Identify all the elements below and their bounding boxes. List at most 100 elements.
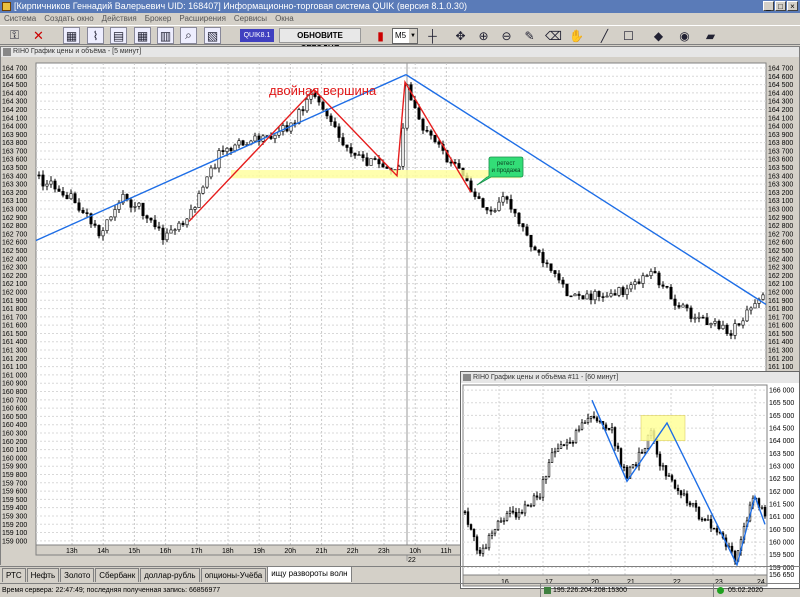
menu-broker[interactable]: Брокер (141, 13, 176, 25)
candle-body (610, 427, 614, 431)
disconnect-icon[interactable]: ✕ (30, 27, 47, 44)
eraser-icon[interactable]: ⌫ (545, 27, 562, 44)
candle-body (305, 98, 309, 112)
grid-icon[interactable]: ▦ (134, 27, 151, 44)
y-tick-label: 163 400 (768, 173, 793, 180)
candle-body (679, 490, 683, 496)
settings-icon[interactable]: ▰ (702, 27, 719, 44)
y-tick-label: 159 800 (2, 472, 27, 479)
candle-body (625, 288, 629, 295)
callout-text: и продажа (492, 168, 522, 174)
y-tick-label: 163 800 (2, 140, 27, 147)
candle-body (585, 293, 589, 300)
sub-y-tick-label: 159 500 (769, 552, 794, 559)
y-tick-label: 164 500 (768, 82, 793, 89)
y-tick-label: 164 000 (2, 124, 27, 131)
candle-body (537, 249, 541, 253)
candle-body (697, 316, 701, 319)
candle-body (561, 279, 565, 285)
candle-body (373, 158, 377, 160)
close-button[interactable]: × (787, 1, 798, 11)
candle-body (93, 223, 97, 226)
quik-version-button[interactable]: QUIK8.1 (240, 29, 274, 42)
candle-body (619, 448, 623, 468)
crosshair-icon[interactable]: ┼ (424, 27, 441, 44)
candle-body (466, 511, 470, 525)
new-table-icon[interactable]: ▦ (63, 27, 80, 44)
search-icon[interactable]: ⌕ (180, 27, 197, 44)
candle-body (405, 84, 409, 129)
report-icon[interactable]: ▧ (204, 27, 221, 44)
candle-body (685, 493, 689, 504)
candle-body (595, 417, 599, 422)
candle-body (763, 507, 767, 517)
tab-rts[interactable]: РТС (2, 568, 26, 582)
y-tick-label: 162 700 (2, 231, 27, 238)
tab-usd-rub[interactable]: доллар-рубль (140, 568, 200, 582)
orders-icon[interactable]: ▥ (157, 27, 174, 44)
timeframe-select[interactable]: M5 ▼ (392, 28, 418, 44)
y-tick-label: 162 200 (2, 273, 27, 280)
window-icon[interactable]: ▤ (110, 27, 127, 44)
candle-body (547, 462, 551, 477)
bar-chart-icon[interactable]: ▮ (372, 27, 389, 44)
candle-body (137, 202, 141, 207)
sub-price-chart[interactable]: 166 000 165 500 165 000 164 500 164 000 163 5… (461, 383, 799, 588)
candle-body (153, 219, 157, 228)
chart-icon[interactable]: ⌇ (87, 27, 104, 44)
tab-gold[interactable]: Золото (60, 568, 95, 582)
tab-oil[interactable]: Нефть (26, 568, 60, 582)
candle-body (641, 275, 645, 284)
menu-actions[interactable]: Действия (98, 13, 141, 25)
y-tick-label: 164 300 (2, 99, 27, 106)
fill-icon[interactable]: ◆ (650, 27, 667, 44)
menu-windows[interactable]: Окна (271, 13, 298, 25)
visibility-icon[interactable]: ◉ (676, 27, 693, 44)
x-tick-label: 19h (253, 548, 265, 555)
zoom-in-icon[interactable]: ⊕ (475, 27, 492, 44)
candle-body (544, 476, 548, 480)
key-icon[interactable]: ⚿ (6, 27, 23, 44)
y-tick-label: 160 900 (2, 381, 27, 388)
tab-wave-reversals[interactable]: ищу развороты волн (267, 566, 352, 582)
zoom-out-icon[interactable]: ⊖ (498, 27, 515, 44)
line-tool-icon[interactable]: ╱ (596, 27, 613, 44)
status-bar: Время сервера: 22:47:49; последняя получ… (0, 583, 800, 597)
sub-y-tick-label: 165 500 (769, 400, 794, 407)
candle-body (581, 295, 585, 300)
comment-icon[interactable]: ☐ (620, 27, 637, 44)
sub-y-tick-label: 160 500 (769, 527, 794, 534)
y-tick-label: 160 100 (2, 447, 27, 454)
pencil-icon[interactable]: ✎ (521, 27, 538, 44)
candle-body (473, 191, 477, 197)
menu-extensions[interactable]: Расширения (175, 13, 230, 25)
minimize-button[interactable]: _ (763, 1, 774, 11)
candle-body (688, 502, 692, 506)
tab-options-study[interactable]: опционы-Учёба (200, 568, 267, 582)
candle-body (701, 316, 705, 319)
menu-services[interactable]: Сервисы (230, 13, 271, 25)
candle-body (469, 524, 473, 530)
candle-body (505, 196, 509, 200)
hand-icon[interactable]: ✋ (568, 27, 585, 44)
candle-body (592, 416, 596, 419)
x-tick-label: 13h (66, 548, 78, 555)
candle-body (657, 272, 661, 286)
x-tick-label: 23h (378, 548, 390, 555)
candle-body (53, 180, 57, 190)
y-tick-label: 160 400 (2, 422, 27, 429)
candle-body (205, 176, 209, 188)
y-tick-label: 164 100 (768, 115, 793, 122)
candle-body (85, 212, 89, 215)
y-tick-label: 162 100 (2, 281, 27, 288)
menu-system[interactable]: Система (0, 13, 40, 25)
toolbar: ⚿ ✕ ▦ ⌇ ▤ ▦ ▥ ⌕ ▧ QUIK8.1 ОБНОВИТЕ СЕГОД… (0, 25, 800, 53)
candle-body (625, 466, 629, 479)
maximize-button[interactable]: □ (775, 1, 786, 11)
menu-create-window[interactable]: Создать окно (40, 13, 97, 25)
candle-body (233, 144, 237, 151)
tab-sberbank[interactable]: Сбербанк (95, 568, 140, 582)
candle-body (721, 324, 725, 330)
update-today-button[interactable]: ОБНОВИТЕ СЕГОДНЯ (279, 28, 361, 53)
move-icon[interactable]: ✥ (452, 27, 469, 44)
